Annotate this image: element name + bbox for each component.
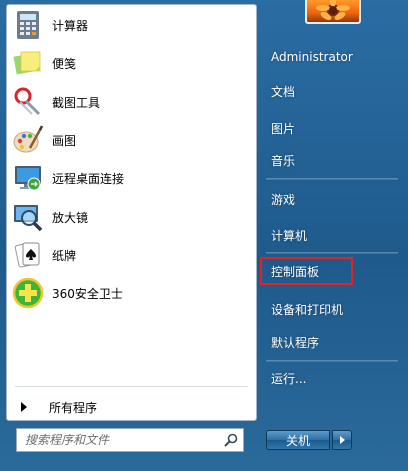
user-name: Administrator (271, 50, 353, 64)
program-item-snipping-tool[interactable]: 截图工具 (9, 84, 254, 120)
right-item-label: 默认程序 (271, 335, 320, 350)
right-item-label: 音乐 (271, 153, 296, 168)
shutdown-options-button[interactable] (332, 430, 352, 450)
program-item-paint[interactable]: 画图 (9, 122, 254, 158)
snipping-tool-icon (12, 86, 44, 118)
program-item-solitaire[interactable]: 纸牌 (9, 237, 254, 273)
right-item-computer[interactable]: 计算机 (264, 220, 400, 250)
all-programs-label: 所有程序 (49, 400, 98, 415)
program-item-sticky-notes[interactable]: 便笺 (9, 45, 254, 81)
right-item-pictures[interactable]: 图片 (264, 113, 400, 143)
user-picture[interactable] (305, 0, 361, 24)
calculator-icon (12, 9, 44, 41)
right-divider (266, 252, 398, 254)
search-icon[interactable] (223, 432, 239, 448)
right-item-label: 图片 (271, 121, 296, 136)
highlight-box (260, 257, 353, 285)
paint-icon (12, 124, 44, 156)
remote-desktop-icon (12, 162, 44, 194)
search-input[interactable] (17, 432, 217, 448)
right-item-control-panel[interactable]: 控制面板 (260, 256, 400, 286)
program-item-remote-desktop[interactable]: 远程桌面连接 (9, 160, 254, 196)
right-item-administrator[interactable]: Administrator (264, 42, 400, 72)
right-divider (266, 178, 398, 180)
program-item-calculator[interactable]: 计算器 (9, 7, 254, 43)
right-item-run[interactable]: 运行... (264, 363, 400, 393)
programs-pane: 计算器 便笺 截图工具 画图 远程桌面连接 放大镜 纸牌 360安全卫士 所有程… (6, 4, 257, 421)
program-label: 计算器 (52, 18, 89, 33)
right-item-music[interactable]: 音乐 (264, 145, 400, 175)
right-item-devices-printers[interactable]: 设备和打印机 (264, 294, 400, 324)
right-item-documents[interactable]: 文档 (264, 76, 400, 106)
program-label: 便笺 (52, 56, 77, 71)
program-label: 360安全卫士 (52, 286, 123, 301)
search-box[interactable] (16, 428, 244, 452)
arrow-right-icon (339, 436, 345, 444)
shutdown-label: 关机 (285, 433, 310, 448)
right-item-label: 运行... (271, 371, 307, 386)
arrow-right-icon (21, 402, 27, 412)
programs-divider (15, 386, 248, 387)
program-label: 放大镜 (52, 210, 89, 225)
right-divider (266, 360, 398, 362)
right-item-games[interactable]: 游戏 (264, 184, 400, 214)
sticky-notes-icon (12, 47, 44, 79)
right-item-label: 文档 (271, 84, 296, 99)
right-item-label: 计算机 (271, 228, 308, 243)
program-label: 画图 (52, 133, 77, 148)
right-item-label: 游戏 (271, 192, 296, 207)
program-label: 截图工具 (52, 95, 101, 110)
program-label: 纸牌 (52, 248, 77, 263)
program-label: 远程桌面连接 (52, 171, 125, 186)
right-item-label: 设备和打印机 (271, 302, 344, 317)
solitaire-icon (12, 239, 44, 271)
right-item-default-programs[interactable]: 默认程序 (264, 327, 400, 357)
shutdown-button[interactable]: 关机 (266, 430, 330, 450)
program-item-magnifier[interactable]: 放大镜 (9, 199, 254, 235)
security-guard-icon (12, 277, 44, 309)
all-programs-item[interactable]: 所有程序 (15, 395, 250, 419)
magnifier-icon (12, 201, 44, 233)
program-item-360-security[interactable]: 360安全卫士 (9, 275, 254, 311)
start-menu: 计算器 便笺 截图工具 画图 远程桌面连接 放大镜 纸牌 360安全卫士 所有程… (0, 0, 408, 471)
